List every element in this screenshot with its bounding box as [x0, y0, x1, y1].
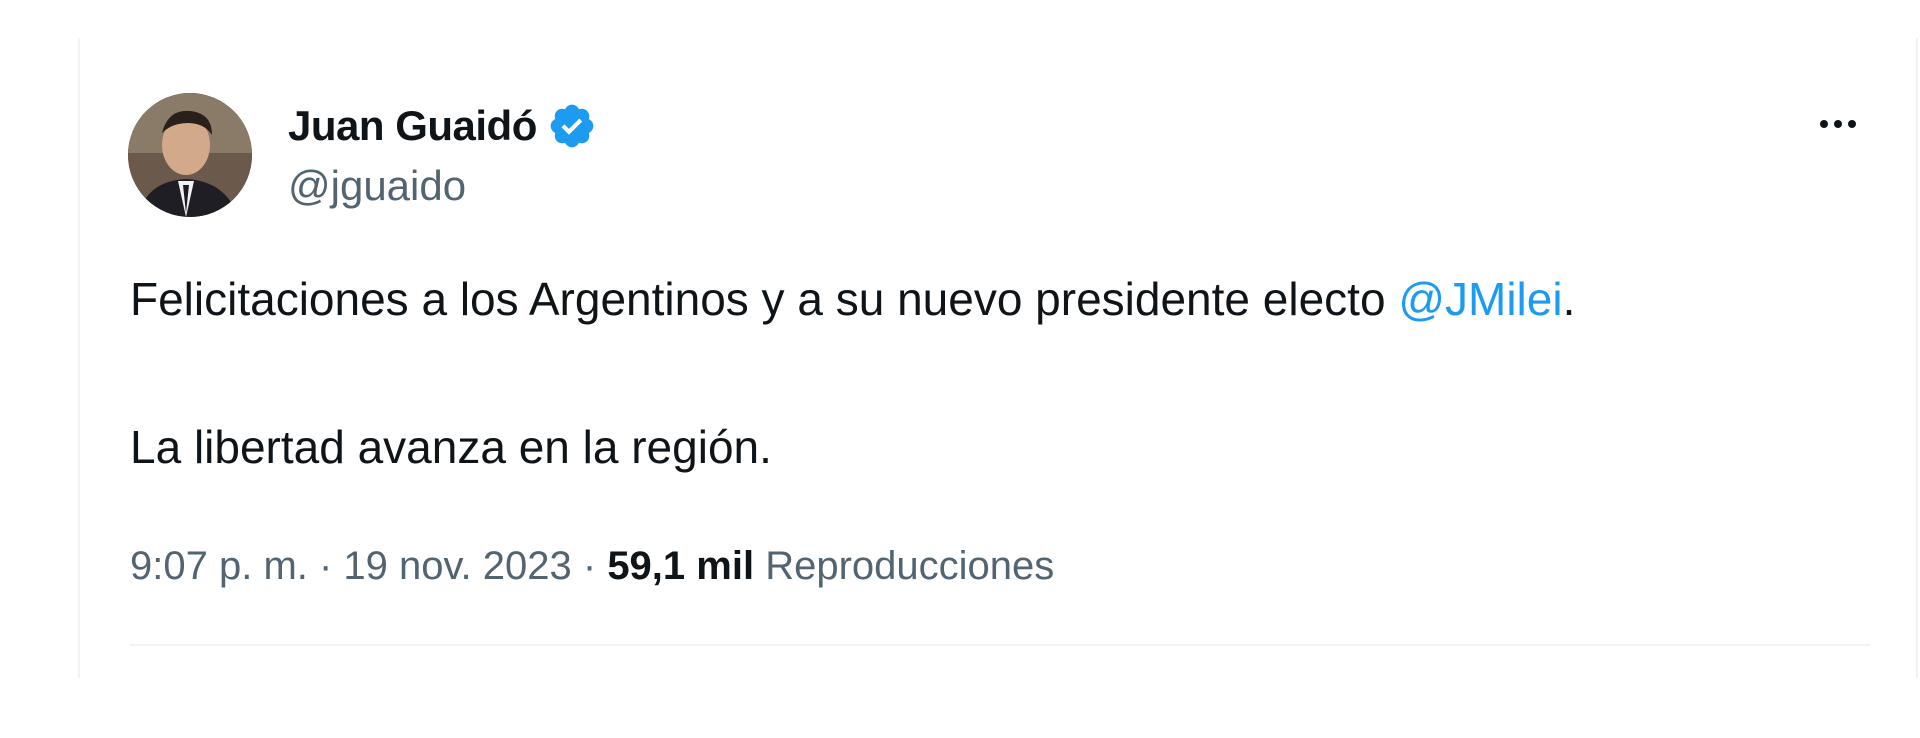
author-name[interactable]: Juan Guaidó: [288, 102, 537, 150]
tweet-text-line-2: La libertad avanza en la región.: [130, 421, 772, 473]
author-handle[interactable]: @jguaido: [288, 162, 466, 210]
tweet-date[interactable]: 19 nov. 2023: [343, 544, 571, 588]
tweet-meta: 9:07 p. m. · 19 nov. 2023 · 59,1 mil Rep…: [130, 544, 1054, 589]
mention-link[interactable]: @JMilei: [1398, 273, 1562, 325]
author-name-row: Juan Guaidó: [288, 96, 597, 156]
views-label[interactable]: Reproducciones: [765, 544, 1054, 588]
more-options-button[interactable]: [1808, 104, 1868, 144]
more-options-icon-dot: [1848, 120, 1856, 128]
meta-separator: ·: [571, 544, 608, 588]
more-options-icon: [1820, 120, 1828, 128]
tweet-text-line-1: Felicitaciones a los Argentinos y a su n…: [130, 272, 1575, 326]
meta-separator: ·: [307, 544, 344, 588]
avatar-image: [128, 93, 252, 217]
tweet-text-period: .: [1562, 273, 1576, 325]
more-options-icon-dot: [1834, 120, 1842, 128]
tweet-text-segment: Felicitaciones a los Argentinos y a su n…: [130, 273, 1399, 325]
tweet-time[interactable]: 9:07 p. m.: [130, 544, 308, 588]
divider: [130, 644, 1870, 646]
views-count: 59,1 mil: [607, 544, 755, 588]
verified-badge-icon[interactable]: [547, 101, 597, 151]
avatar[interactable]: [128, 93, 252, 217]
